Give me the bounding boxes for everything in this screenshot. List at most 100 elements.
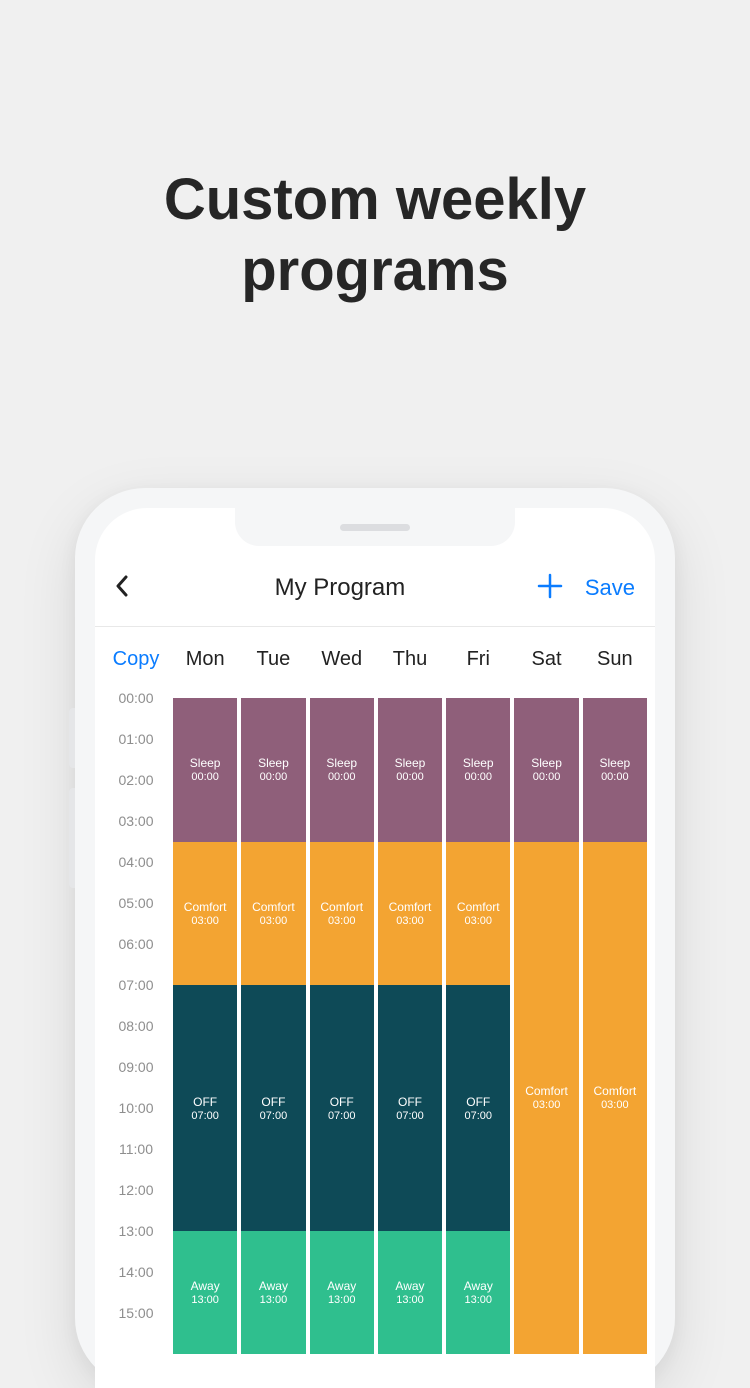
block-time-label: 03:00 <box>601 1099 629 1111</box>
block-time-label: 03:00 <box>465 915 493 927</box>
schedule-block-sleep[interactable]: Sleep00:00 <box>241 698 305 842</box>
day-header-tue[interactable]: Tue <box>239 648 307 671</box>
schedule-block-off[interactable]: OFF07:00 <box>241 985 305 1231</box>
block-time-label: 03:00 <box>533 1099 561 1111</box>
block-time-label: 00:00 <box>191 771 219 783</box>
day-header-fri[interactable]: Fri <box>444 648 512 671</box>
phone-notch <box>235 508 515 546</box>
block-mode-label: Comfort <box>252 900 295 914</box>
schedule-block-comfort[interactable]: Comfort03:00 <box>583 842 647 1355</box>
block-mode-label: Sleep <box>599 756 630 770</box>
back-button[interactable] <box>115 571 143 605</box>
copy-button[interactable]: Copy <box>101 648 171 671</box>
track-tue: Sleep00:00Comfort03:00OFF07:00Away13:00 <box>241 698 305 1388</box>
block-time-label: 03:00 <box>260 915 288 927</box>
save-button[interactable]: Save <box>585 575 635 601</box>
schedule-block-away[interactable]: Away13:00 <box>446 1231 510 1354</box>
schedule-block-sleep[interactable]: Sleep00:00 <box>446 698 510 842</box>
block-mode-label: Sleep <box>463 756 494 770</box>
page-title: My Program <box>143 574 537 602</box>
schedule-block-comfort[interactable]: Comfort03:00 <box>514 842 578 1355</box>
block-mode-label: OFF <box>193 1095 217 1109</box>
block-mode-label: Comfort <box>320 900 363 914</box>
schedule-grid: 00:0001:0002:0003:0004:0005:0006:0007:00… <box>95 698 655 1388</box>
schedule-block-off[interactable]: OFF07:00 <box>310 985 374 1231</box>
block-time-label: 13:00 <box>328 1294 356 1306</box>
schedule-block-sleep[interactable]: Sleep00:00 <box>310 698 374 842</box>
block-time-label: 13:00 <box>191 1294 219 1306</box>
schedule-block-away[interactable]: Away13:00 <box>378 1231 442 1354</box>
schedule-block-sleep[interactable]: Sleep00:00 <box>378 698 442 842</box>
day-header-thu[interactable]: Thu <box>376 648 444 671</box>
hour-label: 14:00 <box>101 1264 171 1280</box>
time-column: 00:0001:0002:0003:0004:0005:0006:0007:00… <box>101 698 171 1388</box>
block-mode-label: Sleep <box>258 756 289 770</box>
schedule-block-off[interactable]: OFF07:00 <box>173 985 237 1231</box>
hour-label: 00:00 <box>101 690 171 706</box>
block-mode-label: OFF <box>330 1095 354 1109</box>
block-time-label: 03:00 <box>328 915 356 927</box>
track-wed: Sleep00:00Comfort03:00OFF07:00Away13:00 <box>310 698 374 1388</box>
block-mode-label: Sleep <box>395 756 426 770</box>
schedule-block-off[interactable]: OFF07:00 <box>378 985 442 1231</box>
block-mode-label: Away <box>259 1279 288 1293</box>
navbar: My Program Save <box>95 560 655 616</box>
hour-label: 03:00 <box>101 813 171 829</box>
block-mode-label: Away <box>395 1279 424 1293</box>
block-time-label: 00:00 <box>328 771 356 783</box>
schedule-block-off[interactable]: OFF07:00 <box>446 985 510 1231</box>
block-time-label: 00:00 <box>533 771 561 783</box>
hour-label: 08:00 <box>101 1018 171 1034</box>
day-header-sat[interactable]: Sat <box>512 648 580 671</box>
block-mode-label: Sleep <box>190 756 221 770</box>
track-thu: Sleep00:00Comfort03:00OFF07:00Away13:00 <box>378 698 442 1388</box>
block-mode-label: Away <box>327 1279 356 1293</box>
block-mode-label: Comfort <box>184 900 227 914</box>
block-mode-label: OFF <box>398 1095 422 1109</box>
hour-label: 05:00 <box>101 895 171 911</box>
track-fri: Sleep00:00Comfort03:00OFF07:00Away13:00 <box>446 698 510 1388</box>
schedule-block-sleep[interactable]: Sleep00:00 <box>583 698 647 842</box>
block-time-label: 00:00 <box>396 771 424 783</box>
schedule-block-comfort[interactable]: Comfort03:00 <box>310 842 374 986</box>
hour-label: 07:00 <box>101 977 171 993</box>
block-time-label: 07:00 <box>465 1110 493 1122</box>
day-header-row: Copy MonTueWedThuFriSatSun <box>95 634 655 684</box>
block-mode-label: Sleep <box>531 756 562 770</box>
divider <box>95 626 655 627</box>
block-time-label: 03:00 <box>396 915 424 927</box>
block-time-label: 07:00 <box>396 1110 424 1122</box>
day-header-sun[interactable]: Sun <box>581 648 649 671</box>
day-labels: MonTueWedThuFriSatSun <box>171 648 649 671</box>
schedule-block-sleep[interactable]: Sleep00:00 <box>514 698 578 842</box>
tracks: Sleep00:00Comfort03:00OFF07:00Away13:00S… <box>171 698 649 1388</box>
block-mode-label: Comfort <box>593 1084 636 1098</box>
block-time-label: 13:00 <box>396 1294 424 1306</box>
schedule-block-away[interactable]: Away13:00 <box>173 1231 237 1354</box>
schedule-block-away[interactable]: Away13:00 <box>310 1231 374 1354</box>
hour-label: 02:00 <box>101 772 171 788</box>
schedule-block-comfort[interactable]: Comfort03:00 <box>446 842 510 986</box>
schedule-block-sleep[interactable]: Sleep00:00 <box>173 698 237 842</box>
block-time-label: 00:00 <box>601 771 629 783</box>
plus-icon <box>537 573 563 599</box>
track-sun: Sleep00:00Comfort03:00 <box>583 698 647 1388</box>
block-mode-label: Comfort <box>525 1084 568 1098</box>
block-time-label: 13:00 <box>260 1294 288 1306</box>
add-button[interactable] <box>537 571 563 605</box>
block-mode-label: OFF <box>261 1095 285 1109</box>
hour-label: 15:00 <box>101 1305 171 1321</box>
hour-label: 04:00 <box>101 854 171 870</box>
schedule-block-comfort[interactable]: Comfort03:00 <box>378 842 442 986</box>
hour-label: 12:00 <box>101 1182 171 1198</box>
block-time-label: 13:00 <box>465 1294 493 1306</box>
block-time-label: 00:00 <box>465 771 493 783</box>
schedule-block-comfort[interactable]: Comfort03:00 <box>173 842 237 986</box>
day-header-mon[interactable]: Mon <box>171 648 239 671</box>
phone-screen: My Program Save Copy MonTueWedThuFriSatS… <box>95 508 655 1388</box>
block-mode-label: Sleep <box>326 756 357 770</box>
day-header-wed[interactable]: Wed <box>308 648 376 671</box>
schedule-block-away[interactable]: Away13:00 <box>241 1231 305 1354</box>
schedule-block-comfort[interactable]: Comfort03:00 <box>241 842 305 986</box>
phone-mockup: My Program Save Copy MonTueWedThuFriSatS… <box>75 488 675 1388</box>
